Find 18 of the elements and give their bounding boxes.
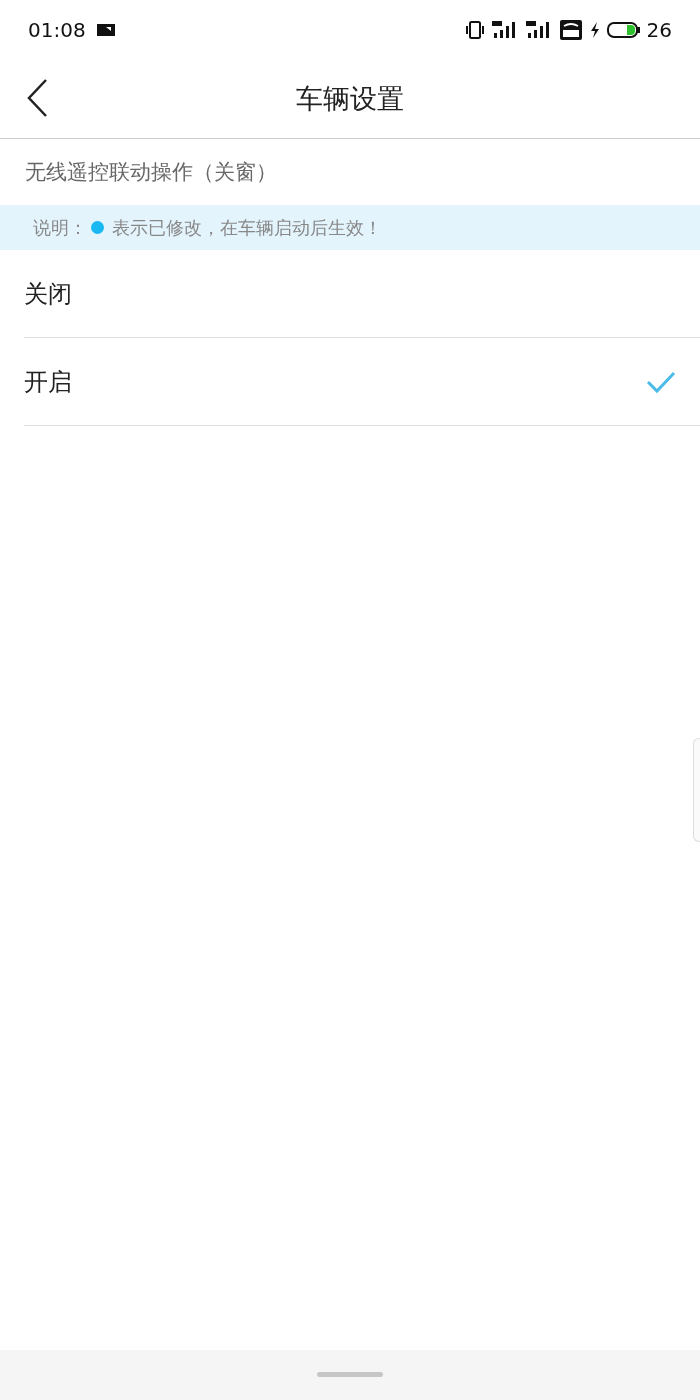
option-label: 关闭 bbox=[24, 278, 72, 310]
battery-icon bbox=[606, 21, 641, 39]
option-row[interactable]: 开启 bbox=[24, 338, 700, 426]
vibrate-icon bbox=[464, 20, 485, 40]
page-title: 车辆设置 bbox=[296, 82, 404, 116]
note-label: 说明： bbox=[33, 215, 87, 240]
option-row[interactable]: 关闭 bbox=[24, 250, 700, 338]
option-label: 开启 bbox=[24, 366, 72, 398]
section-title: 无线遥控联动操作（关窗） bbox=[24, 159, 278, 186]
home-indicator[interactable] bbox=[317, 1372, 383, 1377]
charging-icon bbox=[588, 21, 601, 39]
image-icon bbox=[95, 22, 116, 38]
status-time: 01:08 bbox=[28, 18, 86, 42]
back-icon[interactable] bbox=[26, 78, 50, 118]
note-text: 表示已修改，在车辆启动后生效！ bbox=[112, 215, 382, 240]
battery-percentage: 26 bbox=[646, 18, 672, 42]
modified-dot-icon bbox=[91, 221, 104, 234]
side-handle[interactable] bbox=[693, 738, 700, 842]
